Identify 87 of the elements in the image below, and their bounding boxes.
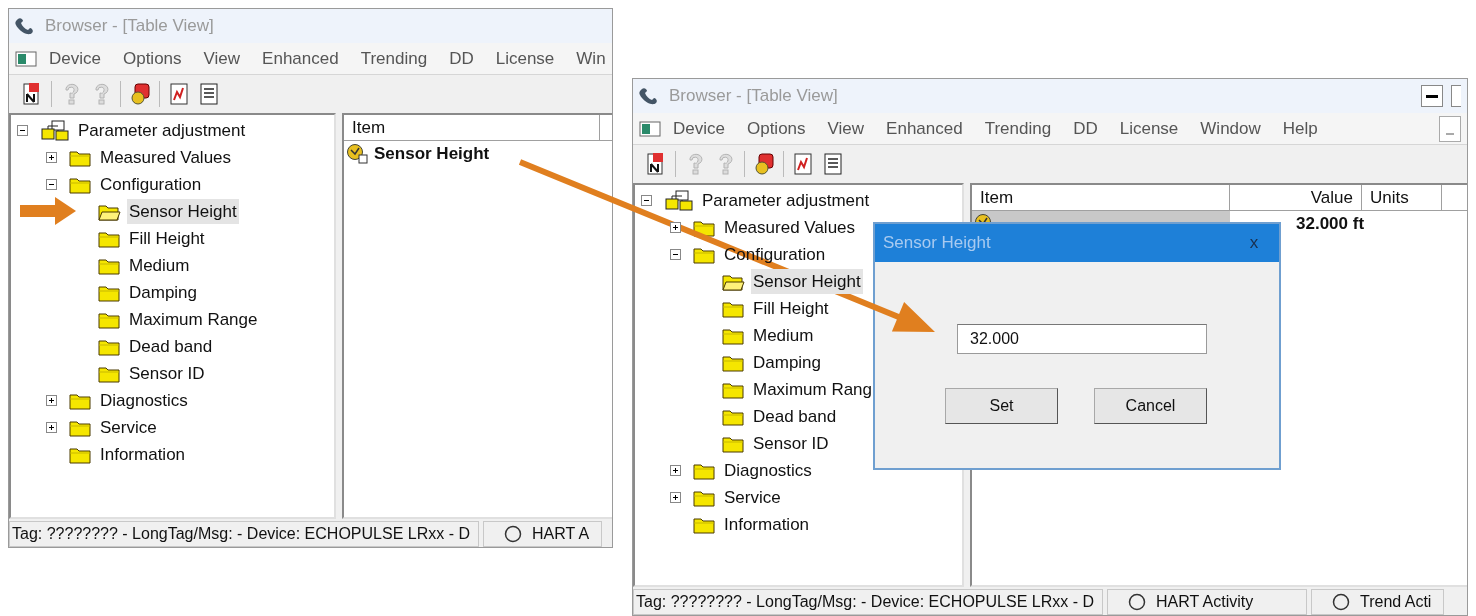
table-cell[interactable]: Sensor Height (344, 141, 600, 167)
tree-item[interactable]: Diagnostics (722, 457, 814, 484)
expand-icon[interactable] (670, 465, 681, 476)
tree-item[interactable]: Damping (751, 349, 824, 376)
app-icon[interactable] (15, 49, 39, 68)
column-header[interactable]: Value (1230, 185, 1362, 211)
dialog-title: Sensor Height (883, 232, 992, 255)
expand-icon[interactable] (670, 222, 681, 233)
status-label: HART Activity (1156, 592, 1254, 612)
menu-item[interactable]: DD (1073, 115, 1098, 142)
tree-item[interactable]: Service (722, 484, 783, 511)
report-icon[interactable] (792, 152, 814, 176)
collapse-icon[interactable] (17, 125, 28, 136)
menu-item[interactable]: Window (1200, 115, 1261, 142)
tree-item[interactable]: Sensor Height (127, 198, 239, 225)
parameter-icon (346, 143, 370, 165)
column-header[interactable]: Item (972, 185, 1230, 211)
tree-item[interactable]: Dead band (127, 333, 215, 360)
collapse-icon[interactable] (670, 249, 681, 260)
help-badge-icon[interactable] (129, 82, 151, 106)
expand-icon[interactable] (46, 152, 57, 163)
circle-icon (1332, 593, 1350, 611)
column-header[interactable]: Item (344, 115, 600, 141)
collapse-icon[interactable] (641, 195, 652, 206)
expand-icon[interactable] (46, 422, 57, 433)
menu-item[interactable]: Options (746, 115, 806, 142)
menu-item[interactable]: License (495, 45, 555, 72)
window-title: Browser - [Table View] (45, 15, 214, 38)
tree-item[interactable]: Sensor ID (751, 430, 831, 457)
menu-item[interactable]: Enhanced (886, 115, 963, 142)
menu-item[interactable]: Options (122, 45, 182, 72)
window-title: Browser - [Table View] (669, 85, 838, 108)
status-text: Tag: ???????? - LongTag/Msg: - Device: ECHOPULSE LRxx - D (9, 521, 479, 547)
dialog-button[interactable]: Set (945, 388, 1058, 424)
dialog-button[interactable]: Cancel (1094, 388, 1207, 424)
tree-item[interactable]: Dead band (751, 403, 839, 430)
tree-item[interactable]: Damping (127, 279, 200, 306)
tree-item[interactable]: Medium (127, 252, 192, 279)
expand-icon[interactable] (46, 395, 57, 406)
item-label: Sensor Height (374, 143, 490, 166)
window-button-icon[interactable] (1451, 85, 1461, 107)
tree-item[interactable]: Information (98, 441, 188, 468)
report-icon[interactable] (168, 82, 190, 106)
status-text: Tag: ???????? - LongTag/Msg: - Device: ECHOPULSE LRxx - D (633, 589, 1103, 615)
column-header[interactable]: Units (1362, 185, 1442, 211)
tree-item[interactable]: Diagnostics (98, 387, 190, 414)
tree-item[interactable]: Fill Height (127, 225, 207, 252)
tree-item[interactable]: Fill Height (751, 295, 831, 322)
app-icon[interactable] (639, 119, 663, 138)
network-icon (40, 119, 70, 142)
tree-item[interactable]: Maximum Range (127, 306, 260, 333)
tree-item[interactable]: Parameter adjustment (700, 187, 872, 214)
value-field[interactable]: 32.000 (957, 324, 1207, 354)
menu-item[interactable]: View (203, 45, 241, 72)
arrow (20, 197, 76, 225)
status-label: HART A (532, 524, 590, 544)
tree-item[interactable]: Service (98, 414, 159, 441)
tree-item[interactable]: Configuration (98, 171, 204, 198)
list-document-icon[interactable] (822, 152, 844, 176)
tree-item[interactable]: Information (722, 511, 812, 538)
tree-item[interactable]: Maximum Rang (751, 376, 875, 403)
circle-icon (504, 525, 522, 543)
tree-item[interactable]: Measured Values (722, 214, 858, 241)
tree-item[interactable]: Parameter adjustment (76, 117, 248, 144)
network-icon (664, 189, 694, 212)
list-document-icon[interactable] (198, 82, 220, 106)
expand-icon[interactable] (670, 492, 681, 503)
tree-item[interactable]: Sensor ID (127, 360, 207, 387)
tree-item[interactable]: Sensor Height (751, 268, 863, 295)
menu-item[interactable]: DD (449, 45, 474, 72)
help-badge-icon[interactable] (753, 152, 775, 176)
minimize-icon[interactable] (1421, 85, 1443, 107)
menu-item[interactable]: Enhanced (262, 45, 339, 72)
menu-item[interactable]: View (827, 115, 865, 142)
value-cell-text: 32.000 ft (1295, 213, 1365, 236)
collapse-icon[interactable] (46, 179, 57, 190)
circle-icon (1128, 593, 1146, 611)
tree-item[interactable]: Medium (751, 322, 816, 349)
status-label: Trend Acti (1360, 592, 1432, 612)
menu-item[interactable]: Trending (360, 45, 428, 72)
menu-item[interactable]: Device (49, 45, 101, 72)
menu-item[interactable]: Win (576, 45, 606, 72)
tree-item[interactable]: Measured Values (98, 144, 234, 171)
menu-item[interactable]: Trending (984, 115, 1052, 142)
menu-item[interactable]: Device (673, 115, 725, 142)
menu-item[interactable]: Help (1282, 115, 1318, 142)
menu-item[interactable]: License (1119, 115, 1179, 142)
